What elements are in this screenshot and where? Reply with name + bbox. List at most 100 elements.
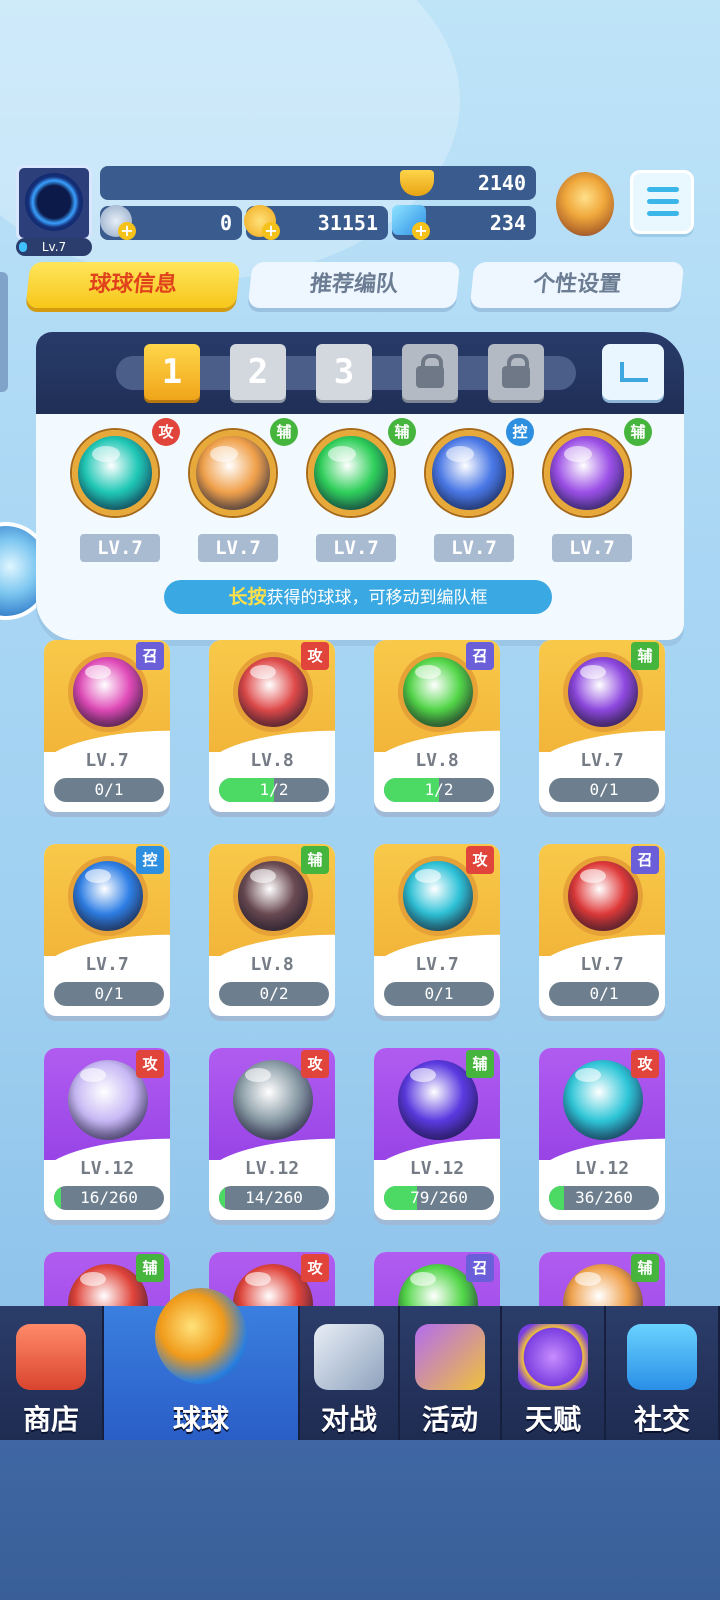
tab-label: 球球信息: [87, 272, 179, 297]
nav-chat-heart[interactable]: 社交: [606, 1306, 720, 1440]
progress-text: 79/260: [410, 1188, 468, 1207]
ball-type-badge: 召: [466, 1254, 494, 1282]
progress-text: 16/260: [80, 1188, 138, 1207]
ball-level: LV.7: [316, 534, 396, 562]
ball-level: LV.7: [80, 534, 160, 562]
tab-ball-info[interactable]: 球球信息: [25, 262, 241, 308]
ball-type-badge: 辅: [631, 642, 659, 670]
progress-text: 0/1: [589, 984, 619, 1003]
ball-card[interactable]: 攻 LV.12 36/260: [539, 1048, 665, 1220]
ball-level: LV.7: [415, 954, 459, 975]
nav-planet[interactable]: 天赋: [502, 1306, 606, 1440]
menu-line: [647, 211, 679, 216]
rank-badge-icon[interactable]: [556, 172, 614, 236]
ball-level: LV.7: [580, 954, 624, 975]
trophy-count: 2140: [477, 171, 526, 195]
balls-icon: [155, 1288, 247, 1384]
ball-card[interactable]: 攻 LV.7 0/1: [374, 844, 500, 1016]
ball-type-badge: 控: [506, 418, 534, 446]
team-slot-1[interactable]: 1: [144, 344, 200, 400]
team-ball-leaf-icon[interactable]: [544, 430, 630, 516]
ball-card[interactable]: 辅 LV.12 79/260: [374, 1048, 500, 1220]
add-stars-button[interactable]: +: [118, 222, 136, 240]
progress-bar: 0/1: [549, 982, 659, 1006]
progress-text: 0/1: [424, 984, 454, 1003]
ball-type-badge: 召: [466, 642, 494, 670]
progress-text: 1/2: [259, 780, 289, 799]
add-coins-button[interactable]: +: [262, 222, 280, 240]
nav-label: 活动: [421, 1403, 478, 1436]
chat-heart-icon: [627, 1324, 697, 1390]
ball-card[interactable]: 召 LV.8 1/2: [374, 640, 500, 812]
progress-bar: 16/260: [54, 1186, 164, 1210]
main-menu-button[interactable]: [630, 170, 694, 234]
ball-card[interactable]: 攻 LV.8 1/2: [209, 640, 335, 812]
progress-bar: 79/260: [384, 1186, 494, 1210]
ball-level: LV.8: [250, 750, 294, 771]
ball-card[interactable]: 辅 LV.8 0/2: [209, 844, 335, 1016]
progress-bar: 0/1: [384, 982, 494, 1006]
ball-type-badge: 辅: [631, 1254, 659, 1282]
ball-level: LV.7: [85, 750, 129, 771]
side-drawer-tab[interactable]: [0, 272, 8, 392]
bottom-nav: 商店 球球 对战 活动 天赋 社交: [0, 1288, 720, 1440]
nav-label: 社交: [633, 1403, 690, 1436]
ball-type-badge: 召: [136, 642, 164, 670]
nav-party-popper[interactable]: 活动: [400, 1306, 502, 1440]
nav-label: 商店: [22, 1403, 79, 1436]
team-ball-clock-icon[interactable]: [426, 430, 512, 516]
ball-card[interactable]: 召 LV.7 0/1: [44, 640, 170, 812]
ball-card[interactable]: 攻 LV.12 16/260: [44, 1048, 170, 1220]
progress-bar: 0/2: [219, 982, 329, 1006]
team-panel: 1 2 3 攻 LV.7 辅 LV.7 辅 LV.7 控 LV.7 辅 LV.7 长按获得的球球，可移…: [36, 332, 684, 640]
lock-icon: [416, 354, 444, 388]
menu-line: [647, 187, 679, 192]
avatar-portal-icon: [25, 173, 83, 231]
nav-shop[interactable]: 商店: [0, 1306, 104, 1440]
ball-type-badge: 攻: [301, 642, 329, 670]
trophy-bar: 2140: [100, 166, 536, 200]
team-slot-5[interactable]: [488, 344, 544, 400]
team-slot-2[interactable]: 2: [230, 344, 286, 400]
team-ball-star-arrow-icon[interactable]: [308, 430, 394, 516]
player-avatar[interactable]: [16, 165, 92, 241]
ball-type-badge: 控: [136, 846, 164, 874]
ball-type-badge: 攻: [631, 1050, 659, 1078]
ball-type-badge: 攻: [136, 1050, 164, 1078]
ball-level: LV.8: [415, 750, 459, 771]
gems-count: 234: [489, 211, 526, 235]
ball-card[interactable]: 控 LV.7 0/1: [44, 844, 170, 1016]
add-gems-button[interactable]: +: [412, 222, 430, 240]
ball-card[interactable]: 攻 LV.12 14/260: [209, 1048, 335, 1220]
progress-text: 36/260: [575, 1188, 633, 1207]
tab-personal-settings[interactable]: 个性设置: [469, 262, 685, 308]
ball-type-badge: 辅: [466, 1050, 494, 1078]
system-bar-area: [0, 1440, 720, 1600]
team-slot-3[interactable]: 3: [316, 344, 372, 400]
tab-recommended-team[interactable]: 推荐编队: [247, 262, 461, 308]
team-slot-4[interactable]: [402, 344, 458, 400]
progress-bar: 36/260: [549, 1186, 659, 1210]
progress-text: 1/2: [424, 780, 454, 799]
ball-type-badge: 辅: [624, 418, 652, 446]
game-screen: Lv.7 2140 0 + 31151 + 234 + 球球信息 推荐编队 个性…: [0, 0, 720, 1600]
progress-bar: 14/260: [219, 1186, 329, 1210]
nav-balls[interactable]: 球球: [104, 1288, 300, 1440]
team-ball-tornado-icon[interactable]: [72, 430, 158, 516]
slot-number: 3: [333, 352, 355, 392]
ball-level: LV.12: [244, 1158, 300, 1179]
ball-card[interactable]: 辅 LV.7 0/1: [539, 640, 665, 812]
crossed-swords-icon: [314, 1324, 384, 1390]
ball-type-badge: 攻: [152, 418, 180, 446]
nav-crossed-swords[interactable]: 对战: [300, 1306, 400, 1440]
ball-level: LV.7: [434, 534, 514, 562]
share-button[interactable]: [602, 344, 664, 400]
planet-icon: [518, 1324, 588, 1390]
progress-text: 0/2: [259, 984, 289, 1003]
ball-card[interactable]: 召 LV.7 0/1: [539, 844, 665, 1016]
player-level: Lv.7: [16, 238, 92, 256]
ball-level: LV.7: [85, 954, 129, 975]
team-ball-figures-icon[interactable]: [190, 430, 276, 516]
progress-bar: 1/2: [219, 778, 329, 802]
ball-type-badge: 攻: [466, 846, 494, 874]
